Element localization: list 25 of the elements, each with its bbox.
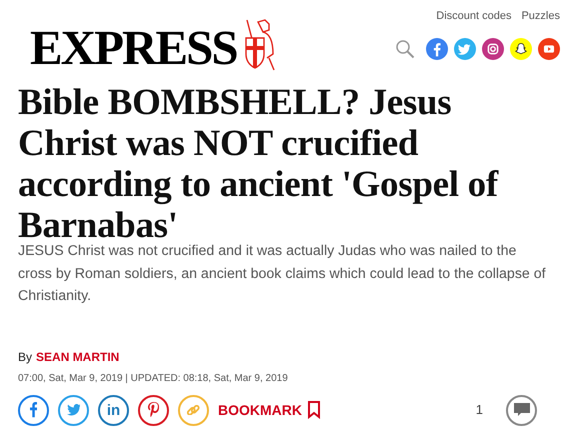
link-icon [187,404,200,416]
twitter-share-button[interactable] [58,394,89,426]
nav-link[interactable]: Puzzles [521,8,560,24]
search-icon[interactable] [395,38,415,58]
site-logo[interactable]: EXPRESS [30,22,237,72]
bookmark-icon [307,401,321,419]
twitter-icon[interactable] [454,38,476,60]
facebook-share-button[interactable] [18,394,49,426]
facebook-icon[interactable] [426,38,448,60]
pinterest-share-button[interactable] [138,394,169,426]
nav-link[interactable]: Discount codes [436,8,512,24]
author-link[interactable]: SEAN MARTIN [36,348,120,366]
snapchat-icon[interactable] [510,38,532,60]
linkedin-share-button[interactable]: in [98,394,129,426]
twitter-icon [66,404,80,416]
speech-bubble-icon [512,402,530,418]
youtube-icon[interactable] [538,38,560,60]
pinterest-icon [148,402,160,418]
instagram-icon[interactable] [482,38,504,60]
comment-count: 1 [476,401,483,420]
comment-button[interactable] [506,394,537,426]
publish-date: 07:00, Sat, Mar 9, 2019 | UPDATED: 08:18, Sat, Mar 9, 2019 [18,372,289,386]
byline-label: By [18,348,32,366]
facebook-icon [30,402,38,418]
bookmark-button[interactable]: BOOKMARK [218,400,321,420]
